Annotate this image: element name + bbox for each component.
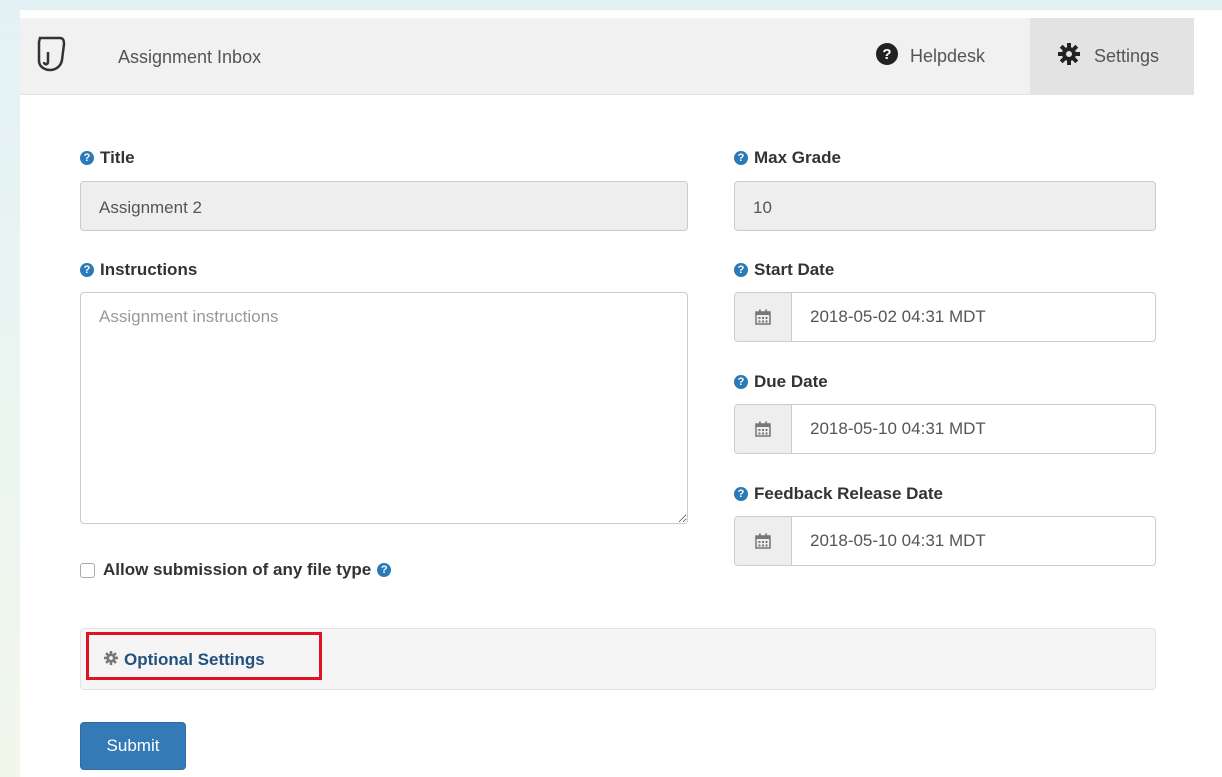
instructions-label-text: Instructions	[100, 260, 198, 279]
helpdesk-label: Helpdesk	[910, 45, 986, 66]
settings-label: Settings	[1094, 45, 1160, 66]
max-grade-value: 10	[753, 198, 772, 217]
feedback-release-date-input[interactable]: 2018-05-10 04:31 MDT	[734, 516, 1156, 566]
start-date-label-text: Start Date	[754, 260, 835, 279]
title-value: Assignment 2	[99, 198, 202, 217]
max-grade-input[interactable]: 10	[734, 181, 1156, 231]
allow-any-file-checkbox[interactable]	[80, 562, 95, 578]
helpdesk-nav-link[interactable]: ? Helpdesk	[876, 18, 985, 94]
due-date-value: 2018-05-10 04:31 MDT	[810, 419, 986, 438]
max-grade-label: ? Max Grade	[734, 148, 841, 168]
max-grade-label-text: Max Grade	[754, 148, 841, 167]
question-circle-icon: ?	[876, 42, 898, 70]
help-icon[interactable]: ?	[734, 375, 748, 389]
allow-any-file-row: Allow submission of any file type ?	[80, 560, 397, 580]
start-date-label: ? Start Date	[734, 260, 834, 280]
brand-title[interactable]: Assignment Inbox	[118, 47, 261, 68]
optional-settings-label: Optional Settings	[124, 650, 265, 669]
svg-text:?: ?	[882, 46, 891, 63]
submit-button[interactable]: Submit	[80, 722, 186, 770]
calendar-icon[interactable]	[735, 293, 792, 341]
due-date-label: ? Due Date	[734, 372, 828, 392]
page: Assignment Inbox ? Helpdesk Settings ? T…	[20, 10, 1222, 777]
start-date-value: 2018-05-02 04:31 MDT	[810, 307, 986, 326]
instructions-textarea[interactable]	[80, 292, 688, 524]
help-icon[interactable]: ?	[734, 487, 748, 501]
feedback-release-date-value: 2018-05-10 04:31 MDT	[810, 531, 986, 550]
title-input[interactable]: Assignment 2	[80, 181, 688, 231]
help-icon[interactable]: ?	[734, 263, 748, 277]
allow-any-file-label[interactable]: Allow submission of any file type	[103, 560, 371, 580]
feedback-release-date-label: ? Feedback Release Date	[734, 484, 943, 504]
help-icon[interactable]: ?	[734, 151, 748, 165]
title-label-text: Title	[100, 148, 135, 167]
help-icon[interactable]: ?	[80, 263, 94, 277]
settings-nav-link[interactable]: Settings	[1030, 18, 1194, 94]
instructions-label: ? Instructions	[80, 260, 197, 280]
due-date-input[interactable]: 2018-05-10 04:31 MDT	[734, 404, 1156, 454]
calendar-icon[interactable]	[735, 405, 792, 453]
calendar-icon[interactable]	[735, 517, 792, 565]
optional-settings-link[interactable]: Optional Settings	[104, 650, 265, 670]
feedback-release-date-label-text: Feedback Release Date	[754, 484, 943, 503]
gear-icon	[104, 650, 118, 670]
logo-icon[interactable]	[34, 34, 68, 74]
gear-icon	[1058, 42, 1080, 70]
help-icon[interactable]: ?	[80, 151, 94, 165]
due-date-label-text: Due Date	[754, 372, 828, 391]
title-label: ? Title	[80, 148, 135, 168]
start-date-input[interactable]: 2018-05-02 04:31 MDT	[734, 292, 1156, 342]
navbar: Assignment Inbox ? Helpdesk Settings	[20, 18, 1194, 95]
help-icon[interactable]: ?	[377, 563, 392, 577]
